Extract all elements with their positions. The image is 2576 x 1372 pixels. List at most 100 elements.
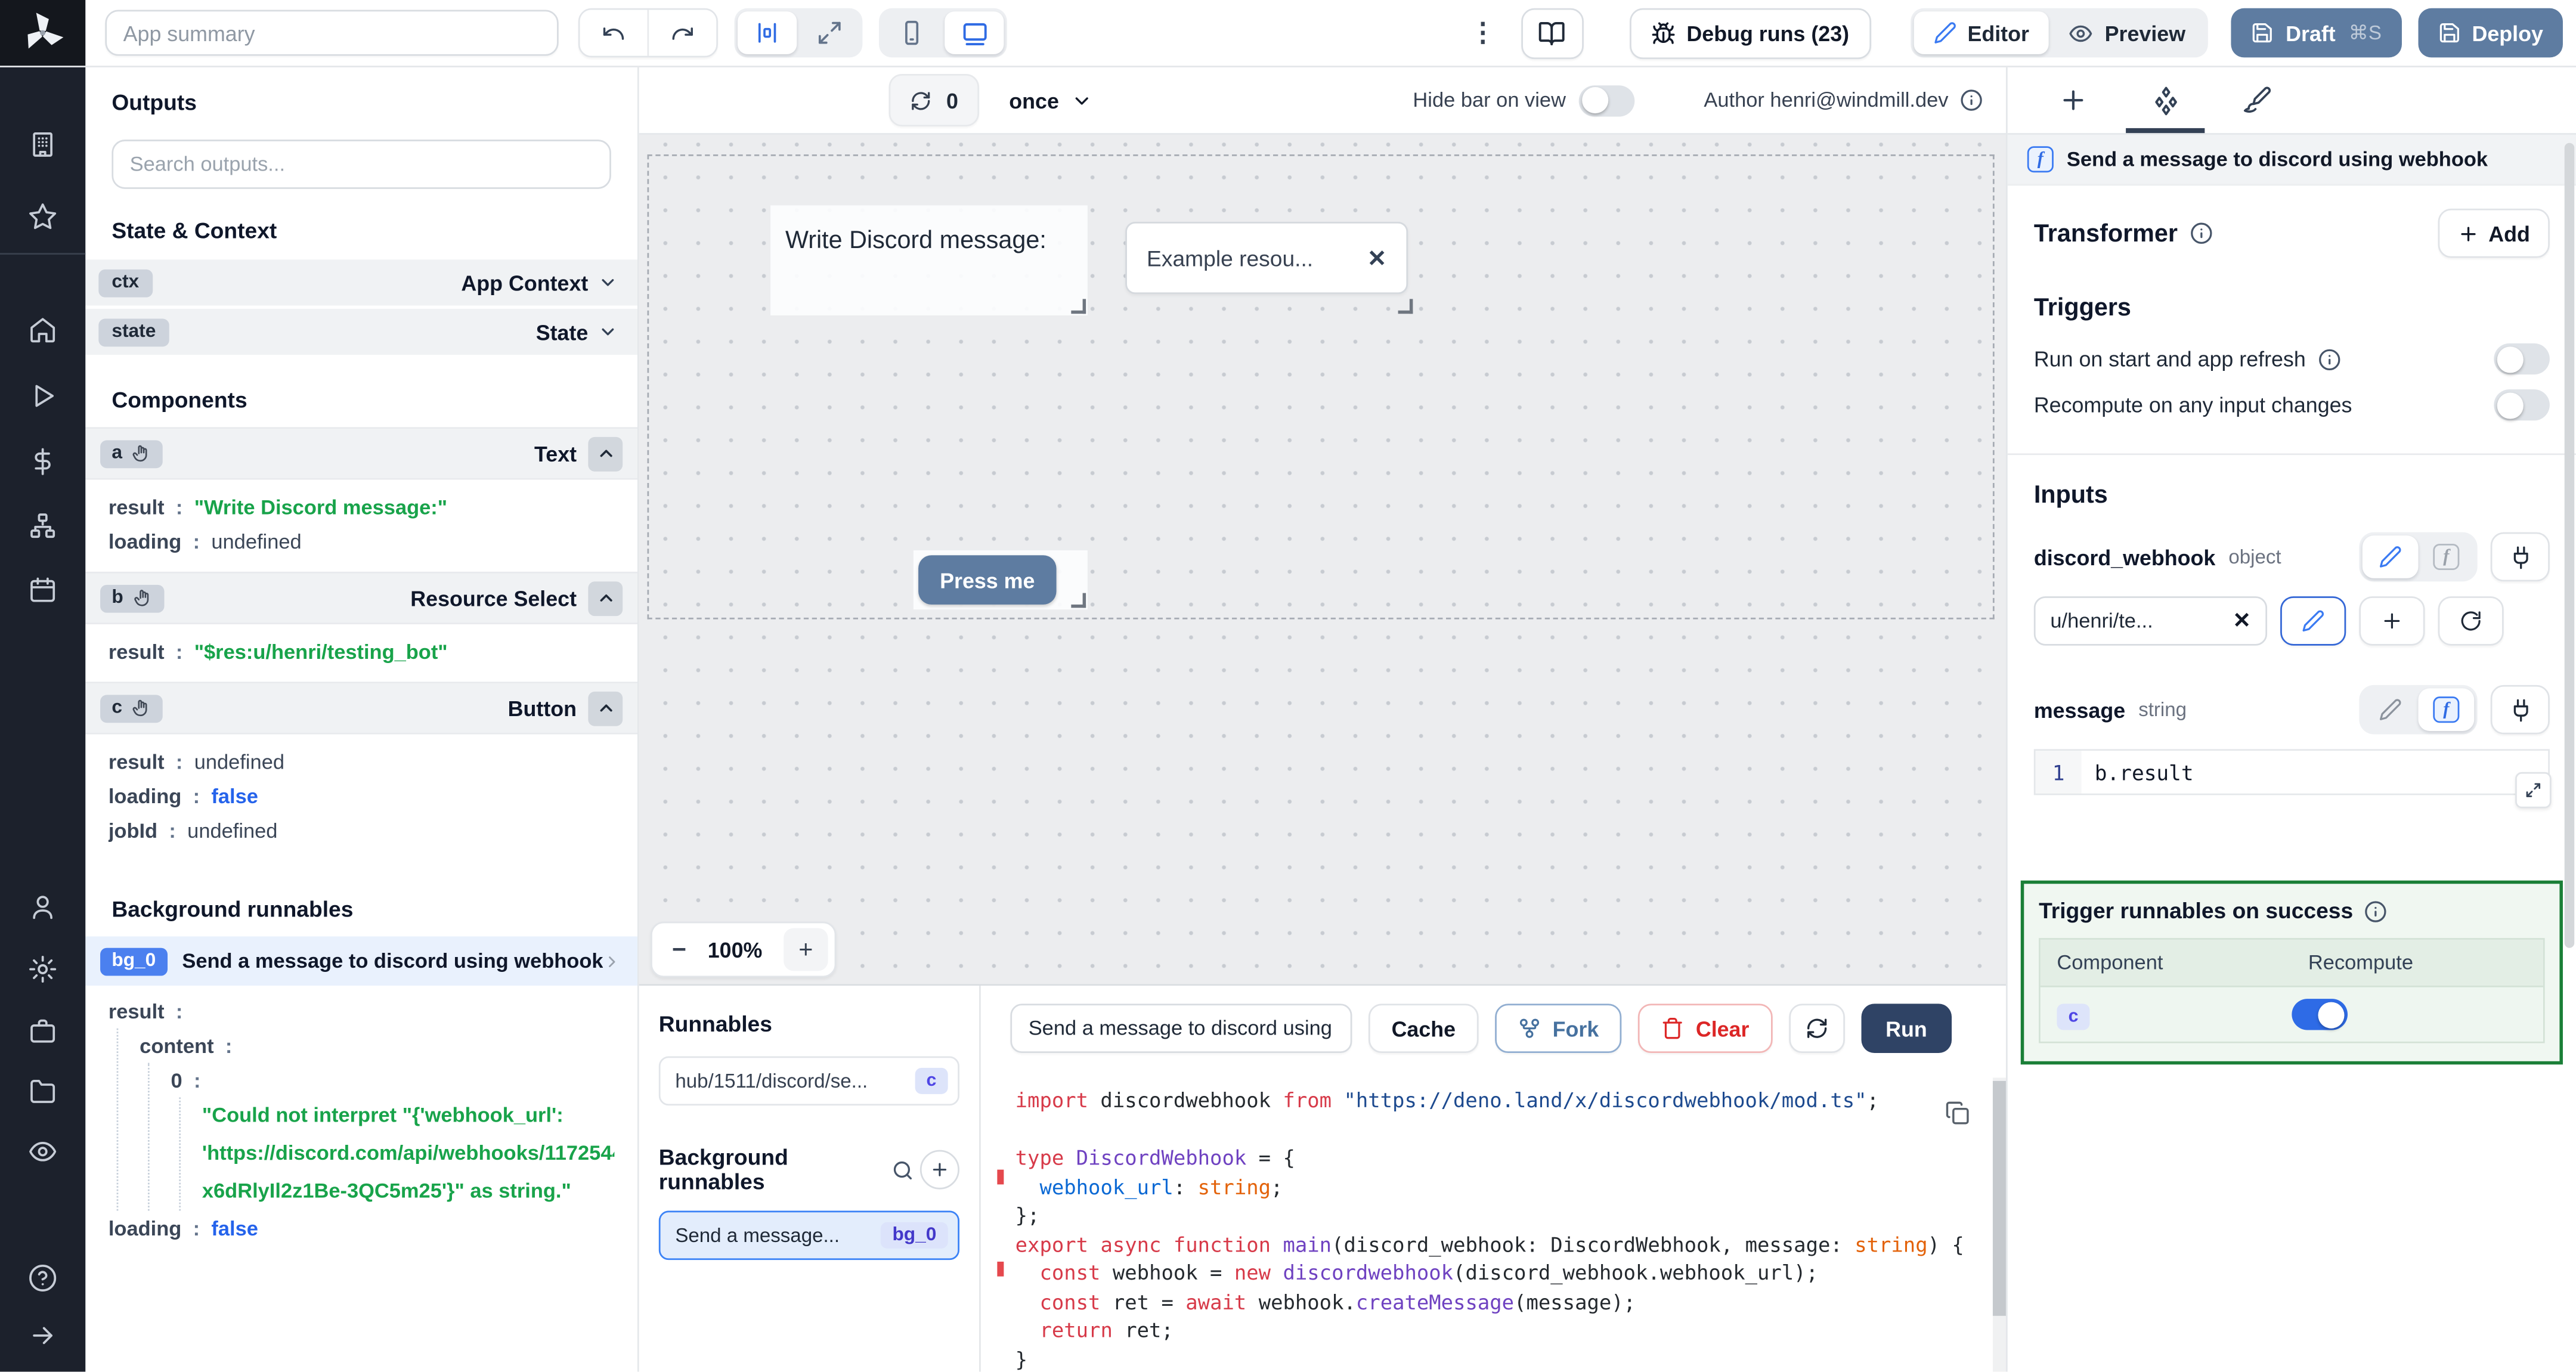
fork-button[interactable]: Fork	[1495, 1004, 1622, 1054]
bg-runnable-title: Send a message to discord using webhook	[182, 949, 603, 973]
run-on-start-toggle[interactable]	[2494, 343, 2550, 375]
mobile-view-button[interactable]	[882, 11, 941, 54]
bg-runnables-title: Background runnables	[658, 1145, 788, 1194]
eye-icon[interactable]	[0, 1137, 85, 1167]
press-me-button[interactable]: Press me	[918, 555, 1057, 605]
static-mode-button[interactable]	[2363, 688, 2419, 731]
tab-component-settings[interactable]	[2119, 67, 2211, 134]
folder-icon[interactable]	[0, 1076, 85, 1106]
resize-handle[interactable]	[1398, 299, 1413, 314]
draft-button[interactable]: Draft ⌘S	[2231, 8, 2402, 58]
button-component[interactable]: Press me	[913, 550, 1088, 610]
expression-mode-button[interactable]: f	[2419, 535, 2475, 578]
more-menu-button[interactable]: ⋮	[1468, 17, 1498, 49]
save-icon	[2439, 23, 2459, 43]
cache-button[interactable]: Cache	[1368, 1004, 1479, 1054]
ctx-row[interactable]: ctx App Context	[85, 259, 637, 306]
component-badge: b	[100, 584, 165, 612]
star-icon[interactable]	[0, 202, 85, 232]
docs-button[interactable]	[1521, 7, 1583, 58]
redo-button[interactable]	[647, 10, 717, 56]
app-summary-input[interactable]	[105, 10, 559, 56]
clear-selection-button[interactable]: ✕	[1367, 244, 1386, 272]
clear-resource-button[interactable]: ✕	[2233, 608, 2250, 634]
app-canvas[interactable]: Write Discord message: Example resou... …	[639, 134, 2006, 984]
briefcase-icon[interactable]	[0, 1017, 85, 1046]
center-align-button[interactable]	[738, 11, 797, 54]
collapse-button[interactable]	[588, 690, 623, 726]
collapse-button[interactable]	[588, 580, 623, 615]
recompute-toggle[interactable]	[2494, 389, 2550, 421]
collapse-button[interactable]	[588, 436, 623, 471]
resize-handle[interactable]	[1071, 593, 1086, 608]
search-icon[interactable]	[892, 1159, 914, 1181]
connect-input-button[interactable]	[2490, 685, 2550, 735]
play-icon[interactable]	[0, 381, 85, 411]
add-bg-runnable-button[interactable]	[919, 1150, 959, 1190]
bg-runnable-item-selected[interactable]: Send a message... bg_0	[658, 1210, 959, 1260]
panel-scrollbar[interactable]	[2564, 143, 2575, 948]
runnable-name-input[interactable]	[1010, 1004, 1352, 1054]
windmill-logo[interactable]	[0, 0, 86, 66]
selected-runnable-header[interactable]: f Send a message to discord using webhoo…	[2007, 134, 2576, 186]
copy-icon	[1946, 1101, 1969, 1125]
add-resource-button[interactable]	[2359, 596, 2425, 646]
left-rail	[0, 67, 86, 1372]
component-header-b[interactable]: b Resource Select	[85, 573, 637, 623]
zoom-in-button[interactable]: +	[784, 928, 828, 971]
user-icon[interactable]	[0, 892, 85, 922]
undo-button[interactable]	[580, 10, 648, 56]
expression-editor[interactable]: 1 b.result	[2033, 749, 2552, 809]
connect-input-button[interactable]	[2490, 532, 2550, 582]
help-icon[interactable]	[0, 1263, 85, 1293]
runnable-item[interactable]: hub/1511/discord/se... c	[658, 1056, 959, 1106]
home-icon[interactable]	[0, 315, 85, 345]
resource-select-component[interactable]: Example resou... ✕	[1119, 205, 1414, 315]
refresh-mode-dropdown[interactable]: once	[1009, 88, 1092, 113]
reload-button[interactable]	[1788, 1004, 1845, 1054]
expression-value[interactable]: b.result	[2081, 751, 2549, 794]
component-header-c[interactable]: c Button	[85, 683, 637, 733]
refresh-resource-button[interactable]	[2438, 596, 2504, 646]
resize-handle[interactable]	[1071, 299, 1086, 314]
ctx-label: App Context	[461, 270, 589, 295]
static-mode-button[interactable]	[2362, 535, 2419, 578]
component-header-a[interactable]: a Text	[85, 429, 637, 478]
add-transformer-button[interactable]: Add	[2437, 208, 2550, 258]
recompute-toggle-c[interactable]	[2292, 999, 2348, 1030]
arrow-right-icon[interactable]	[0, 1321, 85, 1351]
fullscreen-button[interactable]	[800, 11, 859, 54]
refresh-count-button[interactable]: 0	[888, 73, 980, 127]
copy-code-button[interactable]	[1945, 1101, 1970, 1125]
clear-button[interactable]: Clear	[1638, 1004, 1773, 1054]
search-outputs-input[interactable]	[112, 140, 611, 189]
code-editor[interactable]: import discordwebhook from "https://deno…	[981, 1077, 1993, 1371]
tab-insert-component[interactable]	[2027, 67, 2119, 133]
dollar-icon[interactable]	[0, 447, 85, 476]
hide-bar-toggle[interactable]	[1578, 84, 1635, 116]
tab-styling[interactable]	[2211, 67, 2303, 133]
bg-runnable-header[interactable]: bg_0 Send a message to discord using web…	[85, 936, 637, 986]
gear-icon[interactable]	[0, 955, 85, 984]
text-component-value: Write Discord message:	[785, 227, 1046, 255]
component-output-b: b Resource Select result: "$res:u/henri/tes…	[85, 571, 637, 682]
hierarchy-icon[interactable]	[0, 511, 85, 541]
state-row[interactable]: state State	[85, 308, 637, 355]
edit-resource-button[interactable]	[2280, 596, 2346, 646]
run-button[interactable]: Run	[1860, 1004, 1952, 1054]
expand-editor-button[interactable]	[2515, 772, 2552, 809]
building-icon[interactable]	[0, 130, 85, 160]
deploy-button[interactable]: Deploy	[2417, 8, 2563, 58]
desktop-view-button[interactable]	[945, 11, 1004, 54]
calendar-icon[interactable]	[0, 575, 85, 605]
resource-picker[interactable]: u/henri/te... ✕	[2033, 596, 2268, 646]
pointer-icon	[133, 445, 148, 462]
text-component[interactable]: Write Discord message:	[770, 205, 1088, 315]
tab-preview[interactable]: Preview	[2049, 11, 2205, 54]
debug-runs-button[interactable]: Debug runs (23)	[1628, 7, 1871, 58]
resource-select-input[interactable]: Example resou... ✕	[1125, 221, 1408, 295]
zoom-out-button[interactable]: −	[672, 936, 686, 964]
expression-mode-button[interactable]: f	[2418, 688, 2475, 732]
tab-editor[interactable]: Editor	[1913, 11, 2049, 54]
code-scrollbar[interactable]	[1992, 1077, 2006, 1372]
